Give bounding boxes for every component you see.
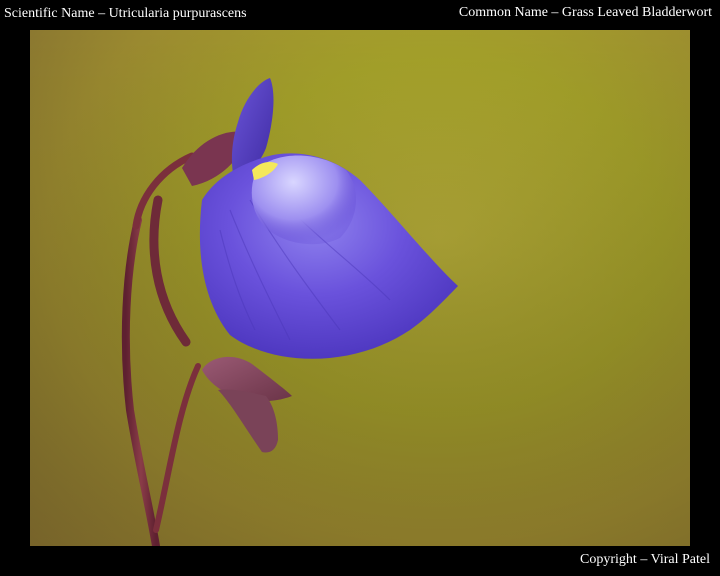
flower-photo [30, 30, 690, 546]
scientific-name-caption: Scientific Name – Utricularia purpurasce… [4, 6, 247, 21]
copyright-caption: Copyright – Viral Patel [580, 552, 710, 567]
common-name-caption: Common Name – Grass Leaved Bladderwort [458, 5, 712, 20]
flower-illustration [30, 30, 690, 546]
